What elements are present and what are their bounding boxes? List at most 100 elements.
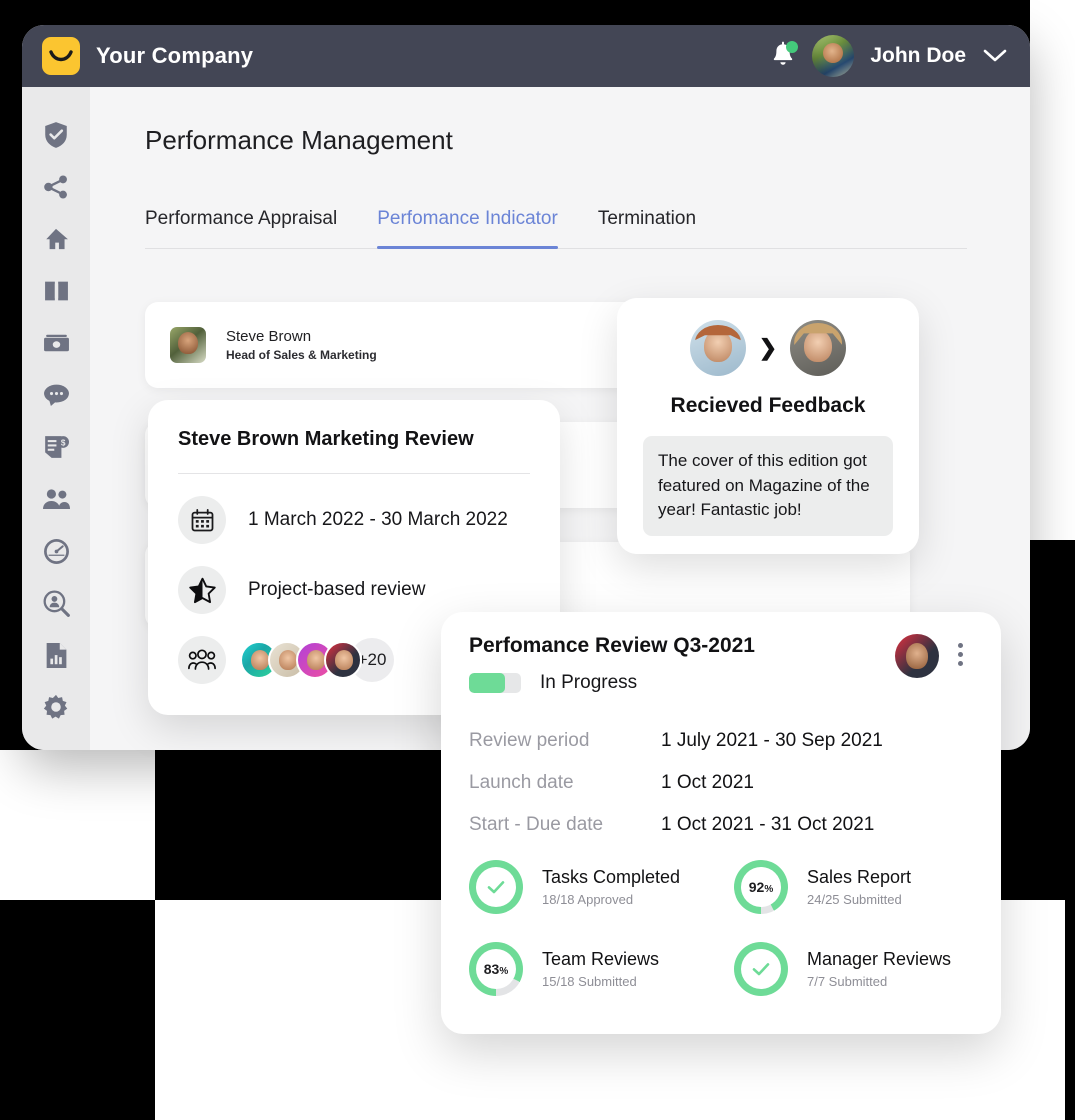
- stat-manager-reviews: Manager Reviews 7/7 Submitted: [734, 942, 971, 996]
- feedback-avatars: ❯: [643, 320, 893, 376]
- stat-text: Tasks Completed 18/18 Approved: [542, 867, 680, 907]
- top-bar-right: John Doe: [770, 35, 1008, 77]
- meta-value: 1 Oct 2021: [661, 772, 754, 793]
- notification-badge-dot: [786, 41, 799, 53]
- stat-text: Team Reviews 15/18 Submitted: [542, 949, 659, 989]
- performance-review-header-left: Perfomance Review Q3-2021 In Progress: [469, 634, 895, 694]
- sidebar-item-chat[interactable]: [36, 379, 76, 411]
- status-label: In Progress: [540, 672, 638, 693]
- stat-subtitle: 7/7 Submitted: [807, 974, 888, 989]
- progress-ring: [734, 942, 788, 996]
- sidebar-item-shield-check[interactable]: [36, 119, 76, 151]
- stat-subtitle: 15/18 Submitted: [542, 974, 637, 989]
- tab-termination[interactable]: Termination: [598, 208, 696, 248]
- meta-key: Start - Due date: [469, 814, 604, 835]
- received-feedback-card: ❯ Recieved Feedback The cover of this ed…: [617, 298, 919, 554]
- stat-subtitle: 24/25 Submitted: [807, 892, 902, 907]
- sidebar-item-gear[interactable]: [36, 691, 76, 723]
- background-shape-right: [1030, 0, 1075, 540]
- meta-value: 1 July 2021 - 30 Sep 2021: [661, 730, 883, 751]
- page-title: Performance Management: [145, 125, 453, 155]
- performance-review-title: Perfomance Review Q3-2021: [469, 634, 755, 657]
- tab-performance-appraisal[interactable]: Performance Appraisal: [145, 208, 337, 248]
- calendar-icon: [178, 496, 226, 544]
- performance-review-meta: Review period 1 July 2021 - 30 Sep 2021 …: [469, 730, 971, 836]
- sidebar-item-money[interactable]: [36, 327, 76, 359]
- performance-review-card: Perfomance Review Q3-2021 In Progress Re…: [441, 612, 1001, 1034]
- avatar-stack: +20: [240, 638, 394, 682]
- stat-title: Tasks Completed: [542, 867, 681, 887]
- background-shape-strip: [0, 750, 155, 900]
- sidebar-item-book[interactable]: [36, 275, 76, 307]
- meta-row: Review period 1 July 2021 - 30 Sep 2021: [469, 730, 971, 752]
- list-item-text: Steve Brown Head of Sales & Marketing: [226, 328, 377, 362]
- smile-logo-icon[interactable]: [42, 37, 80, 75]
- tab-bar: Performance Appraisal Perfomance Indicat…: [145, 208, 967, 249]
- list-item-role: Head of Sales & Marketing: [226, 348, 377, 362]
- svg-text:$: $: [61, 438, 66, 447]
- feedback-message: The cover of this edition got featured o…: [643, 436, 893, 536]
- meta-key: Launch date: [469, 772, 574, 793]
- progress-ring-center: [741, 949, 781, 989]
- marketing-review-type-row: Project-based review: [178, 566, 530, 614]
- half-star-icon: [178, 566, 226, 614]
- progress-ring-percent: 92%: [748, 879, 774, 895]
- feedback-sender-avatar: [689, 320, 746, 376]
- tab-perfomance-indicator[interactable]: Perfomance Indicator: [377, 208, 558, 249]
- progress-ring-center: 83%: [476, 949, 516, 989]
- meta-key: Review period: [469, 730, 590, 751]
- sidebar-item-people[interactable]: [36, 483, 76, 515]
- performance-review-stats: Tasks Completed 18/18 Approved 92% Sales…: [469, 860, 971, 996]
- divider: [178, 473, 530, 474]
- stat-text: Sales Report 24/25 Submitted: [807, 867, 911, 907]
- check-icon: [487, 881, 505, 894]
- progress-ring-center: 92%: [741, 867, 781, 907]
- chevron-down-icon[interactable]: [982, 48, 1008, 64]
- marketing-review-type: Project-based review: [248, 579, 426, 600]
- marketing-review-date: 1 March 2022 - 30 March 2022: [248, 509, 508, 530]
- stat-team-reviews: 83% Team Reviews 15/18 Submitted: [469, 942, 734, 996]
- stat-text: Manager Reviews 7/7 Submitted: [807, 949, 951, 989]
- sidebar-item-home[interactable]: [36, 223, 76, 255]
- progress-ring: 92%: [734, 860, 788, 914]
- meta-row: Start - Due date 1 Oct 2021 - 31 Oct 202…: [469, 814, 971, 836]
- sidebar-item-invoice-dollar[interactable]: $: [36, 431, 76, 463]
- marketing-review-date-row: 1 March 2022 - 30 March 2022: [178, 496, 530, 544]
- stat-title: Sales Report: [807, 867, 912, 887]
- sidebar-item-share[interactable]: [36, 171, 76, 203]
- status-badge: In Progress: [469, 672, 895, 694]
- stat-sales-report: 92% Sales Report 24/25 Submitted: [734, 860, 971, 914]
- avatar[interactable]: [812, 35, 855, 77]
- sidebar-item-search-person[interactable]: [36, 587, 76, 619]
- progress-ring: [469, 860, 523, 914]
- top-bar: Your Company John Doe: [22, 25, 1030, 87]
- stat-title: Manager Reviews: [807, 949, 952, 969]
- chevron-right-icon: ❯: [758, 335, 778, 360]
- stat-tasks-completed: Tasks Completed 18/18 Approved: [469, 860, 734, 914]
- more-vertical-icon[interactable]: [949, 634, 971, 666]
- list-item-name: Steve Brown: [226, 328, 312, 345]
- progress-ring-center: [476, 867, 516, 907]
- stat-subtitle: 18/18 Approved: [542, 892, 634, 907]
- status-progress-fill: [469, 673, 506, 693]
- notification-bell-icon[interactable]: [770, 41, 799, 71]
- sidebar-item-speedometer[interactable]: [36, 535, 76, 567]
- user-name: John Doe: [870, 44, 966, 67]
- received-feedback-title: Recieved Feedback: [670, 394, 866, 417]
- check-icon: [752, 963, 770, 976]
- sidebar-item-chart-document[interactable]: [36, 639, 76, 671]
- status-progress-bar: [469, 673, 521, 693]
- screenshot-canvas: Your Company John Doe $ Performance Mana…: [0, 0, 1075, 1120]
- performance-review-header: Perfomance Review Q3-2021 In Progress: [469, 634, 971, 694]
- progress-ring: 83%: [469, 942, 523, 996]
- marketing-review-title: Steve Brown Marketing Review: [178, 428, 474, 450]
- meta-value: 1 Oct 2021 - 31 Oct 2021: [661, 814, 875, 835]
- sidebar: $: [22, 87, 90, 750]
- stat-title: Team Reviews: [542, 949, 660, 969]
- avatar: [324, 641, 362, 679]
- group-people-icon: [178, 636, 226, 684]
- avatar[interactable]: [895, 634, 939, 678]
- progress-ring-percent: 83%: [483, 961, 509, 977]
- avatar: [170, 327, 206, 363]
- meta-row: Launch date 1 Oct 2021: [469, 772, 971, 794]
